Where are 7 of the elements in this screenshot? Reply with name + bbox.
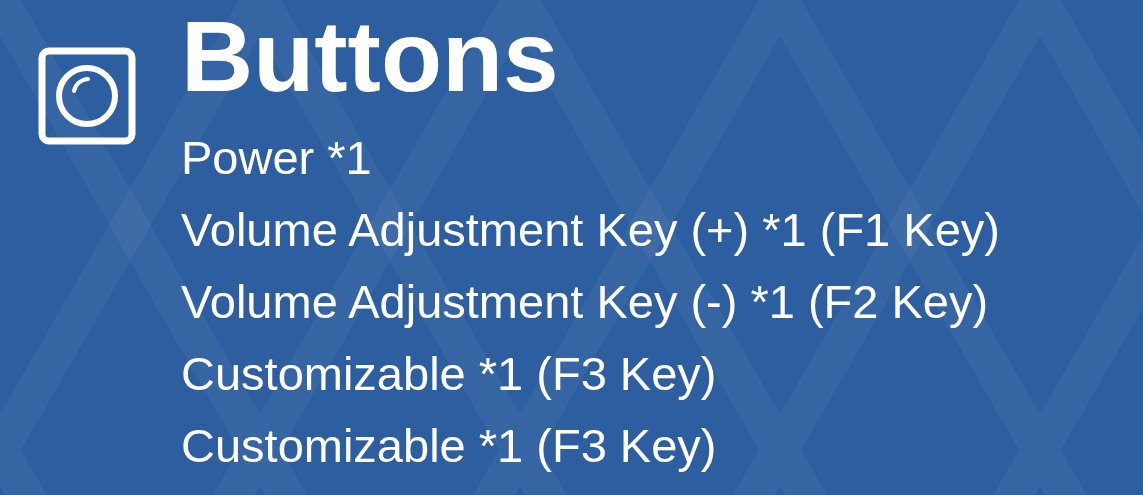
spec-item: Power *1 [181,130,373,186]
circle-in-square-icon [38,47,136,145]
spec-item: Customizable *1 (F3 Key) [181,346,718,402]
section-title: Buttons [181,4,560,108]
spec-item: Volume Adjustment Key (+) *1 (F1 Key) [181,202,1000,258]
spec-item: Volume Adjustment Key (-) *1 (F2 Key) [181,274,990,330]
spec-item: Customizable *1 (F3 Key) [181,418,718,474]
